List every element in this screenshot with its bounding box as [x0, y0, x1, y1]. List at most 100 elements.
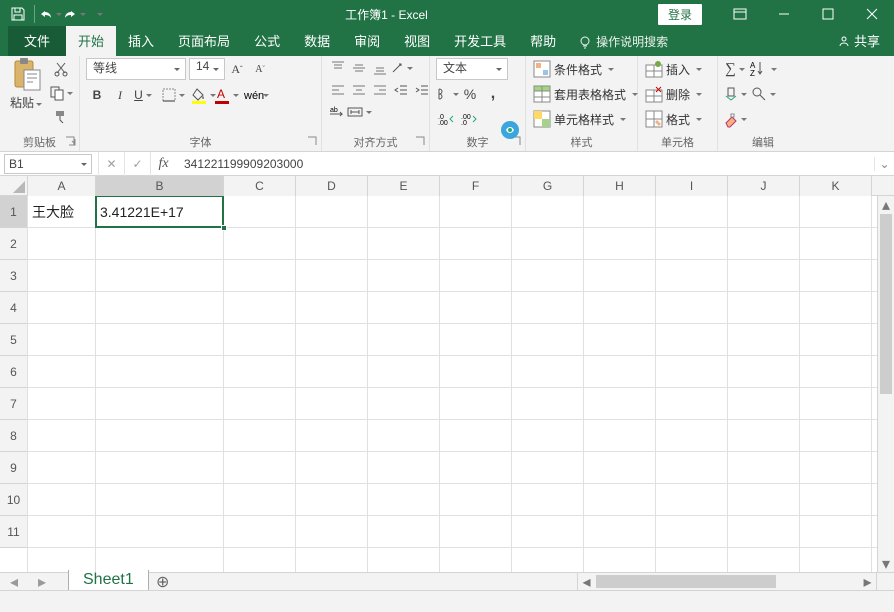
- row-header[interactable]: 10: [0, 484, 27, 516]
- select-all-button[interactable]: [0, 176, 28, 195]
- column-header[interactable]: G: [512, 176, 584, 196]
- scroll-up-icon[interactable]: ▴: [878, 196, 894, 213]
- cells-area[interactable]: 王大脸3.41221E+17: [28, 196, 877, 572]
- add-sheet-icon[interactable]: ⊕: [149, 572, 177, 592]
- enter-formula-icon[interactable]: ✓: [124, 152, 150, 176]
- column-header[interactable]: A: [28, 176, 96, 196]
- cut-icon[interactable]: [50, 58, 72, 80]
- format-painter-icon[interactable]: [50, 106, 72, 128]
- comma-icon[interactable]: ,: [482, 83, 504, 105]
- tab-data[interactable]: 数据: [292, 26, 342, 56]
- close-icon[interactable]: [850, 0, 894, 28]
- bold-icon[interactable]: B: [86, 84, 108, 106]
- file-tab[interactable]: 文件: [8, 26, 66, 56]
- increase-font-icon[interactable]: Aˆ: [226, 58, 248, 80]
- scroll-right-icon[interactable]: ▸: [859, 573, 876, 590]
- insert-cells-button[interactable]: 插入: [644, 58, 704, 80]
- share-button[interactable]: 共享: [824, 26, 894, 56]
- tell-me-search[interactable]: 操作说明搜索: [568, 33, 678, 56]
- sort-filter-icon[interactable]: AZ: [752, 58, 774, 80]
- conditional-formatting-button[interactable]: 条件格式: [532, 58, 616, 80]
- align-right-icon[interactable]: [370, 80, 390, 100]
- dialog-launcher-icon[interactable]: [65, 136, 77, 148]
- dialog-launcher-icon[interactable]: [415, 136, 427, 148]
- vertical-scrollbar[interactable]: ▴ ▾: [877, 196, 894, 572]
- wrap-text-icon[interactable]: ab: [328, 102, 348, 122]
- horizontal-scrollbar[interactable]: ◂ ▸: [577, 573, 877, 590]
- column-header[interactable]: D: [296, 176, 368, 196]
- row-header[interactable]: 4: [0, 292, 27, 324]
- tab-help[interactable]: 帮助: [518, 26, 568, 56]
- percent-icon[interactable]: %: [459, 83, 481, 105]
- insert-function-icon[interactable]: fx: [150, 152, 176, 176]
- phonetic-icon[interactable]: wén: [245, 84, 267, 106]
- paste-button[interactable]: 粘贴: [6, 58, 46, 111]
- tab-developer[interactable]: 开发工具: [442, 26, 518, 56]
- tab-review[interactable]: 审阅: [342, 26, 392, 56]
- format-as-table-button[interactable]: 套用表格格式: [532, 83, 640, 105]
- format-cells-button[interactable]: 格式: [644, 108, 704, 130]
- orientation-icon[interactable]: [391, 58, 411, 78]
- scroll-down-icon[interactable]: ▾: [878, 555, 894, 572]
- cell[interactable]: 3.41221E+17: [96, 196, 224, 228]
- align-bottom-icon[interactable]: [370, 58, 390, 78]
- minimize-icon[interactable]: [762, 0, 806, 28]
- row-header[interactable]: 8: [0, 420, 27, 452]
- autosum-icon[interactable]: ∑: [724, 58, 746, 80]
- expand-formula-bar-icon[interactable]: ⌄: [874, 157, 894, 171]
- font-color-icon[interactable]: A: [215, 84, 237, 106]
- login-button[interactable]: 登录: [658, 4, 702, 25]
- italic-icon[interactable]: I: [109, 84, 131, 106]
- tab-home[interactable]: 开始: [66, 26, 116, 56]
- fill-color-icon[interactable]: [192, 84, 214, 106]
- column-header[interactable]: H: [584, 176, 656, 196]
- formula-bar-input[interactable]: 341221199909203000: [176, 157, 874, 171]
- number-format-select[interactable]: 文本: [436, 58, 508, 80]
- merge-center-icon[interactable]: [349, 102, 369, 122]
- undo-icon[interactable]: [39, 3, 61, 25]
- decrease-indent-icon[interactable]: [391, 80, 411, 100]
- clear-icon[interactable]: [724, 108, 746, 130]
- sheet-tab-active[interactable]: Sheet1: [68, 570, 149, 592]
- maximize-icon[interactable]: [806, 0, 850, 28]
- cell[interactable]: 王大脸: [28, 196, 96, 228]
- font-size-select[interactable]: 14: [189, 58, 225, 80]
- align-top-icon[interactable]: [328, 58, 348, 78]
- tab-view[interactable]: 视图: [392, 26, 442, 56]
- delete-cells-button[interactable]: 删除: [644, 83, 704, 105]
- redo-icon[interactable]: [63, 3, 85, 25]
- border-icon[interactable]: [162, 84, 184, 106]
- decrease-font-icon[interactable]: Aˇ: [249, 58, 271, 80]
- column-header[interactable]: B: [96, 176, 224, 196]
- align-middle-icon[interactable]: [349, 58, 369, 78]
- column-header[interactable]: K: [800, 176, 872, 196]
- accounting-format-icon[interactable]: [436, 83, 458, 105]
- tab-insert[interactable]: 插入: [116, 26, 166, 56]
- row-header[interactable]: 11: [0, 516, 27, 548]
- dialog-launcher-icon[interactable]: [307, 136, 319, 148]
- name-box[interactable]: B1: [4, 154, 92, 174]
- underline-icon[interactable]: U: [132, 84, 154, 106]
- qat-customize-icon[interactable]: [87, 3, 109, 25]
- tab-page-layout[interactable]: 页面布局: [166, 26, 242, 56]
- scroll-left-icon[interactable]: ◂: [578, 573, 595, 590]
- row-header[interactable]: 9: [0, 452, 27, 484]
- row-header[interactable]: 1: [0, 196, 27, 228]
- find-select-icon[interactable]: [752, 83, 774, 105]
- fill-icon[interactable]: [724, 83, 746, 105]
- column-header[interactable]: J: [728, 176, 800, 196]
- row-header[interactable]: 7: [0, 388, 27, 420]
- tab-formulas[interactable]: 公式: [242, 26, 292, 56]
- column-header[interactable]: F: [440, 176, 512, 196]
- decrease-decimal-icon[interactable]: .00.0: [459, 108, 481, 130]
- row-header[interactable]: 2: [0, 228, 27, 260]
- cancel-formula-icon[interactable]: ✕: [98, 152, 124, 176]
- cell-styles-button[interactable]: 单元格样式: [532, 108, 628, 130]
- increase-decimal-icon[interactable]: .0.00: [436, 108, 458, 130]
- scrollbar-thumb[interactable]: [596, 575, 776, 588]
- align-left-icon[interactable]: [328, 80, 348, 100]
- row-header[interactable]: 3: [0, 260, 27, 292]
- column-header[interactable]: E: [368, 176, 440, 196]
- increase-indent-icon[interactable]: [412, 80, 432, 100]
- copy-icon[interactable]: [50, 82, 72, 104]
